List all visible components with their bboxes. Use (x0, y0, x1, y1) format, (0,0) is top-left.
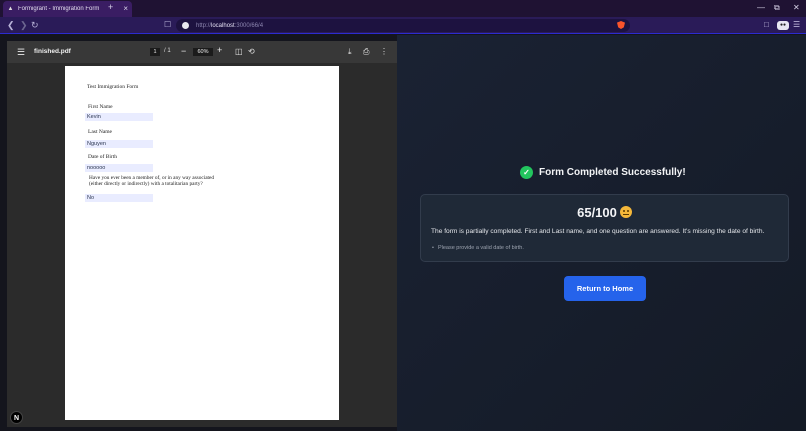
feedback-bullet: • Please provide a valid date of birth. (432, 245, 524, 251)
zoom-level-input[interactable]: 60% (193, 48, 213, 56)
zoom-in-button[interactable]: + (217, 45, 222, 55)
nextjs-dev-indicator[interactable]: N (10, 411, 23, 424)
question-answer-field[interactable]: No (85, 194, 153, 202)
rotate-icon[interactable]: ⟲ (248, 47, 255, 57)
dob-field[interactable]: nooooo (85, 164, 153, 172)
score: 65/100 (421, 205, 788, 220)
window-restore-button[interactable]: ⧉ (774, 3, 780, 13)
menu-icon[interactable]: ☰ (793, 20, 800, 30)
bullet-dot-icon: • (432, 245, 434, 251)
first-name-label: First Name (88, 104, 113, 110)
forward-icon[interactable]: ❯ (20, 20, 28, 30)
tab-bar: ▲ Formigrant - Immigration Form × + — ⧉ … (0, 0, 806, 17)
fit-page-icon[interactable]: ◫ (235, 47, 243, 57)
dob-label: Date of Birth (88, 154, 118, 160)
app-favicon-icon: ▲ (7, 5, 14, 12)
window-close-button[interactable]: ✕ (793, 3, 800, 13)
back-icon[interactable]: ❮ (7, 20, 15, 30)
pdf-filename: finished.pdf (34, 48, 71, 55)
last-name-label: Last Name (88, 129, 112, 135)
zoom-out-button[interactable]: − (181, 46, 186, 56)
pdf-viewer: ☰ finished.pdf 1 / 1 − 60% + ◫ ⟲ ⤓ ⎙ ⋮ T… (7, 41, 397, 427)
return-home-button[interactable]: Return to Home (564, 276, 646, 301)
address-bar[interactable]: http://localhost:3000/66/4 (176, 19, 630, 32)
neutral-face-icon (619, 206, 632, 218)
reload-icon[interactable]: ↻ (31, 20, 39, 30)
print-icon[interactable]: ⎙ (363, 47, 369, 57)
browser-toolbar: ❮ ❯ ↻ ☐ http://localhost:3000/66/4 □ ●● … (0, 17, 806, 34)
score-card: 65/100 The form is partially completed. … (420, 194, 789, 262)
form-title: Test Immigration Form (87, 84, 139, 90)
url-text: http://localhost:3000/66/4 (196, 22, 264, 29)
tab-title: Formigrant - Immigration Form (18, 6, 100, 12)
pdf-page: Test Immigration Form First Name Kevin L… (65, 66, 339, 420)
bullet-text: Please provide a valid date of birth. (437, 245, 524, 251)
success-text: Form Completed Successfully! (539, 167, 686, 178)
first-name-field[interactable]: Kevin (85, 113, 153, 121)
vpn-icon[interactable]: ●● (777, 21, 789, 30)
site-info-icon[interactable] (182, 22, 189, 29)
window-minimize-button[interactable]: — (757, 3, 765, 13)
download-icon[interactable]: ⤓ (348, 47, 352, 57)
sidebar-icon[interactable]: □ (764, 20, 769, 30)
success-heading: ✓ Form Completed Successfully! (520, 166, 686, 179)
new-tab-button[interactable]: + (108, 2, 113, 12)
question-line-2: (either directly or indirectly) with a t… (89, 181, 203, 187)
more-options-icon[interactable]: ⋮ (380, 47, 388, 57)
bookmark-icon[interactable]: ☐ (164, 20, 171, 29)
feedback-text: The form is partially completed. First a… (431, 228, 765, 235)
pdf-page-total: / 1 (164, 48, 171, 54)
pdf-menu-icon[interactable]: ☰ (17, 47, 25, 57)
totalitarian-question: Have you ever been a member of, or in an… (89, 175, 229, 187)
last-name-field[interactable]: Nguyen (85, 140, 153, 148)
pdf-page-input[interactable]: 1 (150, 48, 160, 56)
score-value: 65/100 (577, 205, 617, 220)
tab-close-icon[interactable]: × (123, 5, 128, 13)
pdf-toolbar: ☰ finished.pdf 1 / 1 − 60% + ◫ ⟲ ⤓ ⎙ ⋮ (7, 41, 397, 63)
check-circle-icon: ✓ (520, 166, 533, 179)
